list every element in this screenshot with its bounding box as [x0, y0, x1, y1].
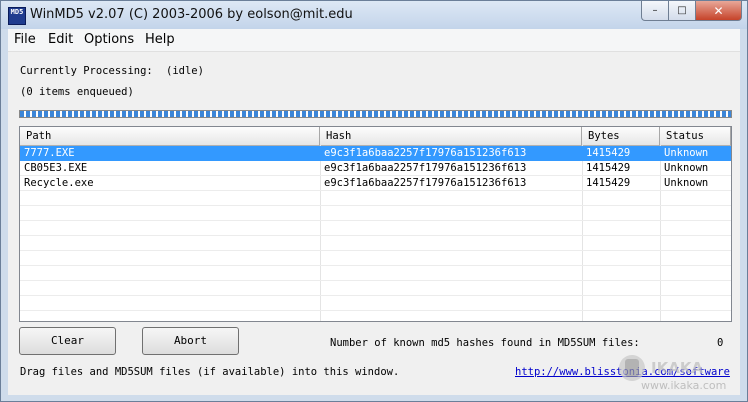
close-button[interactable]: ✕	[695, 1, 742, 21]
path-cell: Recycle.exe	[24, 177, 94, 189]
app-window: MD5 WinMD5 v2.07 (C) 2003-2006 by eolson…	[0, 0, 748, 402]
known-hashes-label: Number of known md5 hashes found in MD5S…	[330, 337, 640, 349]
row-divider	[20, 265, 731, 266]
drag-hint: Drag files and MD5SUM files (if availabl…	[20, 366, 400, 378]
row-divider	[20, 235, 731, 236]
hash-cell: e9c3f1a6baa2257f17976a151236f613	[324, 162, 527, 174]
row-divider	[20, 250, 731, 251]
watermark-logo-icon: IKAKA www.ikaka.com	[619, 355, 726, 392]
watermark-url: www.ikaka.com	[641, 379, 726, 392]
path-cell: 7777.EXE	[24, 147, 75, 159]
known-hashes-count: 0	[717, 337, 724, 349]
bytes-cell: 1415429	[586, 147, 631, 159]
clear-button[interactable]: Clear	[19, 327, 116, 355]
hash-cell: e9c3f1a6baa2257f17976a151236f613	[324, 147, 527, 159]
progress-fill	[20, 111, 731, 117]
bytes-cell: 1415429	[586, 162, 631, 174]
md5-app-icon: MD5	[8, 7, 26, 25]
menu-file[interactable]: File	[14, 32, 36, 47]
window-title: WinMD5 v2.07 (C) 2003-2006 by eolson@mit…	[30, 7, 353, 22]
hash-cell: e9c3f1a6baa2257f17976a151236f613	[324, 177, 527, 189]
table-row[interactable]: 7777.EXE e9c3f1a6baa2257f17976a151236f613…	[20, 146, 731, 161]
queue-status: (0 items enqueued)	[20, 86, 134, 98]
status-cell: Unknown	[664, 147, 709, 159]
row-divider	[20, 205, 731, 206]
close-icon: ✕	[713, 3, 724, 18]
ikaka-watermark: IKAKA www.ikaka.com	[615, 349, 737, 393]
bytes-cell: 1415429	[586, 177, 631, 189]
processing-value: (idle)	[166, 65, 204, 77]
abort-button[interactable]: Abort	[142, 327, 239, 355]
status-cell: Unknown	[664, 162, 709, 174]
column-header-status[interactable]: Status	[660, 127, 731, 145]
minimize-button[interactable]: –	[641, 1, 669, 21]
app-icon-text: MD5	[10, 8, 24, 16]
row-divider	[20, 220, 731, 221]
progress-bar	[19, 110, 732, 118]
processing-label: Currently Processing:	[20, 65, 153, 77]
menu-bar: File Edit Options Help	[8, 29, 740, 52]
menu-help[interactable]: Help	[145, 32, 175, 47]
title-bar[interactable]: MD5 WinMD5 v2.07 (C) 2003-2006 by eolson…	[1, 1, 747, 29]
table-row[interactable]: CB05E3.EXE e9c3f1a6baa2257f17976a151236f6…	[20, 161, 731, 176]
column-header-bytes[interactable]: Bytes	[582, 127, 660, 145]
path-cell: CB05E3.EXE	[24, 162, 88, 174]
watermark-title: IKAKA	[651, 359, 703, 377]
status-cell: Unknown	[664, 177, 709, 189]
table-row[interactable]: Recycle.exe e9c3f1a6baa2257f17976a151236f…	[20, 176, 731, 191]
file-list[interactable]: Path Hash Bytes Status 7777.EXE e9c3f1a6b…	[19, 126, 732, 322]
minimize-icon: –	[652, 5, 658, 16]
column-header-hash[interactable]: Hash	[320, 127, 582, 145]
maximize-button[interactable]: □	[668, 1, 696, 21]
client-area: File Edit Options Help Currently Process…	[8, 29, 740, 395]
row-divider	[20, 295, 731, 296]
menu-options[interactable]: Options	[84, 32, 134, 47]
row-divider	[20, 280, 731, 281]
maximize-icon: □	[677, 5, 687, 16]
column-header-path[interactable]: Path	[20, 127, 320, 145]
list-header: Path Hash Bytes Status	[20, 127, 731, 146]
menu-edit[interactable]: Edit	[48, 32, 73, 47]
row-divider	[20, 310, 731, 311]
